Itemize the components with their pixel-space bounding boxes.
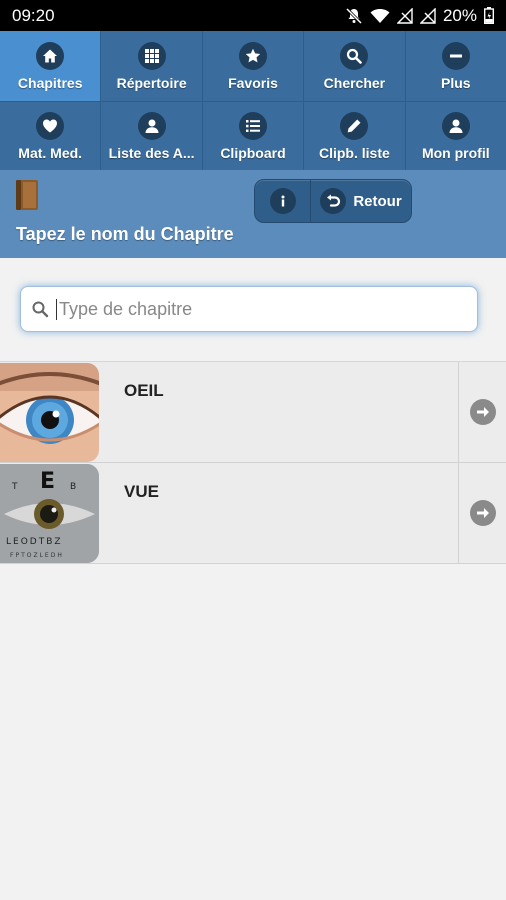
nav-item-liste-des-auteurs[interactable]: Liste des A... [101,102,202,171]
nav-item-chercher[interactable]: Chercher [304,31,405,101]
nav-item-chapitres[interactable]: Chapitres [0,31,101,101]
heart-icon [36,112,65,140]
info-button[interactable] [255,180,311,222]
nav-item-repertoire[interactable]: Répertoire [101,31,202,101]
list-item-title: OEIL [124,381,164,400]
chapter-list: OEIL E T B LEODTBZ FPTOZLEDH VUE [0,361,506,564]
arrow-right-icon [469,500,496,526]
user-icon [441,112,470,140]
search-box [20,286,478,332]
nav-item-mon-profil[interactable]: Mon profil [405,102,506,171]
nav-label: Mon profil [421,145,490,161]
nav-label: Clipboard [220,145,286,161]
nav-label: Mat. Med. [18,145,83,161]
user-icon [137,112,166,140]
svg-text:LEODTBZ: LEODTBZ [6,537,63,547]
home-icon [36,41,65,70]
page-title: Tapez le nom du Chapitre [16,224,234,244]
svg-text:B: B [70,482,76,492]
eye-thumbnail [0,363,99,462]
nav-label: Chercher [323,74,386,91]
back-button[interactable]: Retour [311,180,411,222]
pencil-icon [340,112,369,140]
battery-percent: 20% [442,5,477,25]
search-icon [32,301,49,318]
nav-item-clipboard-list[interactable]: Clipb. liste [304,102,405,171]
svg-text:T: T [11,482,18,492]
nav-label: Plus [441,74,471,91]
back-button-label: Retour [353,192,402,210]
status-icons: 20% [345,6,494,26]
grid-icon [137,41,166,70]
list-item[interactable]: E T B LEODTBZ FPTOZLEDH VUE [0,463,506,564]
signal-off-icon [419,7,436,24]
minus-icon [441,41,470,70]
nav-label: Liste des A... [108,145,195,161]
nav-label: Favoris [228,74,278,91]
nav-label: Chapitres [17,74,83,91]
search-input[interactable] [56,298,456,320]
battery-icon [484,7,494,24]
wifi-icon [370,8,390,23]
nav-item-plus[interactable]: Plus [405,31,506,101]
book-icon [16,180,38,210]
nav-label: Répertoire [116,74,187,91]
undo-icon [320,188,347,214]
open-chapter-button[interactable] [458,362,506,462]
star-icon [238,41,267,70]
svg-text:FPTOZLEDH: FPTOZLEDH [10,552,64,559]
nav-item-favoris[interactable]: Favoris [202,31,304,101]
list-item-title: VUE [124,482,159,501]
nav-item-clipboard[interactable]: Clipboard [202,102,304,171]
eye-chart-thumbnail: E T B LEODTBZ FPTOZLEDH [0,464,99,563]
list-item[interactable]: OEIL [0,362,506,463]
svg-text:E: E [40,469,55,494]
nav-label: Clipb. liste [318,145,390,161]
nav-item-mat-med[interactable]: Mat. Med. [0,102,101,171]
search-icon [340,41,369,70]
info-icon [269,188,296,214]
status-bar: 09:20 20% [0,0,506,31]
nav-grid: Chapitres Répertoire Favoris Chercher Pl… [0,31,506,171]
notifications-off-icon [345,7,363,24]
list-icon [238,112,267,140]
status-time: 09:20 [12,5,55,25]
signal-off-icon [396,7,413,24]
arrow-right-icon [469,399,496,425]
header-button-group: Retour [254,179,412,223]
open-chapter-button[interactable] [458,463,506,563]
